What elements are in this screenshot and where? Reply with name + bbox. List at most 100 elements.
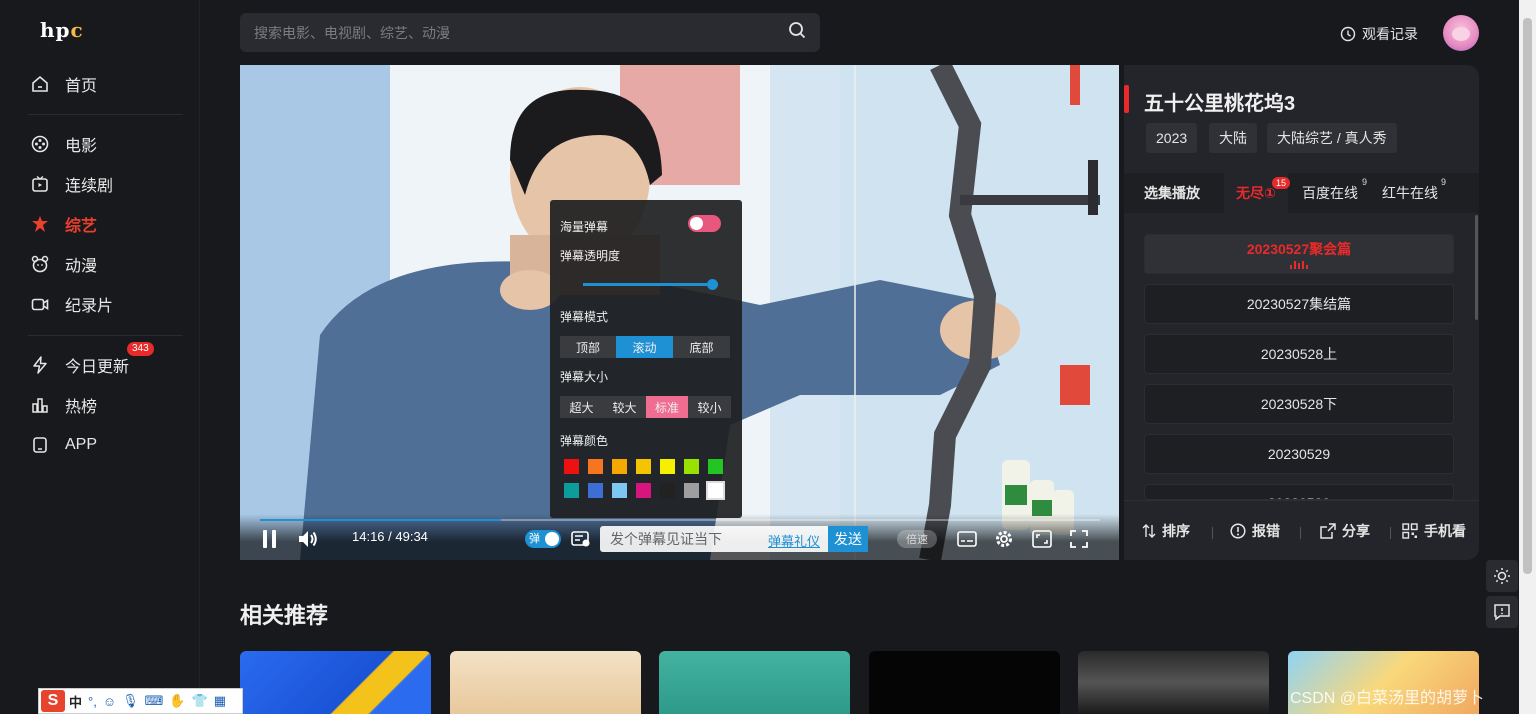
watch-history-label: 观看记录 <box>1362 26 1418 42</box>
tv-icon <box>30 174 50 194</box>
tab-source-3[interactable]: 红牛在线 <box>1382 173 1438 213</box>
tab-source-2[interactable]: 百度在线 <box>1302 173 1358 213</box>
size-option-small[interactable]: 较小 <box>688 396 731 418</box>
share-icon <box>1320 523 1336 539</box>
tag-region[interactable]: 大陆 <box>1209 123 1257 153</box>
source-count-badge: 15 <box>1272 177 1291 189</box>
shirt-icon[interactable]: 👕 <box>192 693 208 709</box>
danmu-toggle-label: 弹 <box>529 533 540 545</box>
color-swatch[interactable] <box>588 459 603 474</box>
size-option-large[interactable]: 较大 <box>603 396 646 418</box>
episode-list-scrollbar[interactable] <box>1475 215 1478 320</box>
danmu-input[interactable] <box>610 531 770 547</box>
video-player[interactable]: 14:16 / 49:34 弹 弹幕礼仪 发送 倍速 海量弹幕 弹幕透明度 弹幕… <box>240 65 1119 560</box>
divider <box>1300 527 1301 539</box>
recommend-card[interactable] <box>869 651 1060 714</box>
volume-button[interactable] <box>296 527 320 551</box>
size-option-standard[interactable]: 标准 <box>646 396 688 418</box>
sidebar-item-today-updates[interactable]: 今日更新 343 <box>30 342 154 378</box>
tag-year[interactable]: 2023 <box>1146 123 1198 153</box>
mode-label: 弹幕模式 <box>560 310 609 324</box>
ime-punctuation[interactable]: °, <box>88 694 97 709</box>
sidebar-item-anime[interactable]: 动漫 <box>30 251 97 277</box>
episode-item[interactable]: 20230529 <box>1144 434 1454 474</box>
tag-genre[interactable]: 大陆综艺 / 真人秀 <box>1267 123 1397 153</box>
window-scrollbar[interactable] <box>1519 0 1536 714</box>
color-swatch[interactable] <box>636 459 651 474</box>
sort-button[interactable]: 排序 <box>1142 521 1190 541</box>
opacity-slider-track[interactable] <box>583 283 713 286</box>
fullscreen-button[interactable] <box>1068 529 1090 549</box>
hand-icon[interactable]: ✋ <box>169 693 185 709</box>
mode-option-top[interactable]: 顶部 <box>560 336 616 358</box>
sidebar-item-hot-list[interactable]: 热榜 <box>30 392 97 418</box>
share-button[interactable]: 分享 <box>1320 521 1370 541</box>
sidebar-item-documentary[interactable]: 纪录片 <box>30 291 113 317</box>
smiley-icon[interactable]: ☺ <box>103 694 116 709</box>
sidebar-item-series[interactable]: 连续剧 <box>30 171 113 197</box>
playback-speed-button[interactable]: 倍速 <box>897 530 937 548</box>
pause-button[interactable] <box>260 527 280 551</box>
ime-logo[interactable]: S <box>41 690 65 712</box>
color-swatch[interactable] <box>612 483 627 498</box>
watch-history-link[interactable]: 观看记录 <box>1340 24 1418 44</box>
watch-on-phone-button[interactable]: 手机看 <box>1402 521 1466 541</box>
color-swatch[interactable] <box>660 459 675 474</box>
search-bar[interactable] <box>240 13 820 52</box>
window-scrollbar-thumb[interactable] <box>1523 18 1532 574</box>
color-swatch[interactable] <box>564 459 579 474</box>
danmu-toggle[interactable]: 弹 <box>525 530 561 548</box>
recommend-card[interactable] <box>450 651 641 714</box>
settings-button[interactable] <box>993 528 1015 550</box>
opacity-slider-knob[interactable] <box>707 279 718 290</box>
episode-item[interactable]: 20230530 <box>1144 484 1454 500</box>
keyboard-icon[interactable]: ⌨ <box>145 693 164 709</box>
color-swatch[interactable] <box>564 483 579 498</box>
recommend-card[interactable] <box>1078 651 1269 714</box>
search-icon[interactable] <box>788 21 806 44</box>
source-count: 9 <box>1441 177 1447 187</box>
sidebar-item-home[interactable]: 首页 <box>30 71 97 97</box>
recommend-card[interactable] <box>659 651 850 714</box>
microphone-icon[interactable]: 🎙 <box>122 693 139 709</box>
mode-option-scroll[interactable]: 滚动 <box>616 336 673 358</box>
danmu-etiquette-link[interactable]: 弹幕礼仪 <box>768 531 820 550</box>
web-fullscreen-button[interactable] <box>1031 529 1053 549</box>
search-input[interactable] <box>254 24 788 41</box>
sidebar-item-movie[interactable]: 电影 <box>30 131 97 157</box>
color-swatch[interactable] <box>684 459 699 474</box>
sidebar-item-app[interactable]: APP <box>30 432 97 458</box>
danmu-settings-button[interactable] <box>570 529 592 549</box>
episode-item[interactable]: 20230528上 <box>1144 334 1454 374</box>
color-swatch[interactable] <box>588 483 603 498</box>
progress-fill <box>260 519 502 521</box>
theme-toggle-button[interactable] <box>1486 560 1518 592</box>
color-swatch[interactable] <box>708 459 723 474</box>
episode-item[interactable]: 20230527集结篇 <box>1144 284 1454 324</box>
grid-icon[interactable]: ▦ <box>214 693 226 709</box>
color-swatch[interactable] <box>660 483 675 498</box>
mass-danmu-switch[interactable] <box>688 215 721 232</box>
episode-item[interactable]: 20230528下 <box>1144 384 1454 424</box>
color-swatch[interactable] <box>684 483 699 498</box>
color-swatch[interactable] <box>612 459 627 474</box>
size-option-xl[interactable]: 超大 <box>560 396 603 418</box>
mode-option-bottom[interactable]: 底部 <box>673 336 730 358</box>
danmu-settings-icon <box>571 531 590 547</box>
ime-language[interactable]: 中 <box>69 692 82 711</box>
user-avatar[interactable] <box>1443 15 1479 51</box>
star-burst-icon <box>30 214 50 234</box>
feedback-button[interactable] <box>1486 596 1518 628</box>
episode-item-playing[interactable]: 20230527聚会篇 <box>1144 234 1454 274</box>
progress-bar[interactable] <box>260 519 1100 521</box>
send-danmu-button[interactable]: 发送 <box>828 526 868 552</box>
show-title: 五十公里桃花坞3 <box>1144 93 1296 115</box>
color-label: 弹幕颜色 <box>560 434 609 448</box>
color-swatch[interactable] <box>636 483 651 498</box>
color-swatch[interactable] <box>706 481 725 500</box>
recommend-card[interactable] <box>240 651 431 714</box>
sidebar-item-variety[interactable]: 综艺 <box>30 211 97 237</box>
subtitle-button[interactable] <box>956 529 978 549</box>
site-logo[interactable]: hpc <box>40 18 84 42</box>
report-button[interactable]: 报错 <box>1230 521 1280 541</box>
